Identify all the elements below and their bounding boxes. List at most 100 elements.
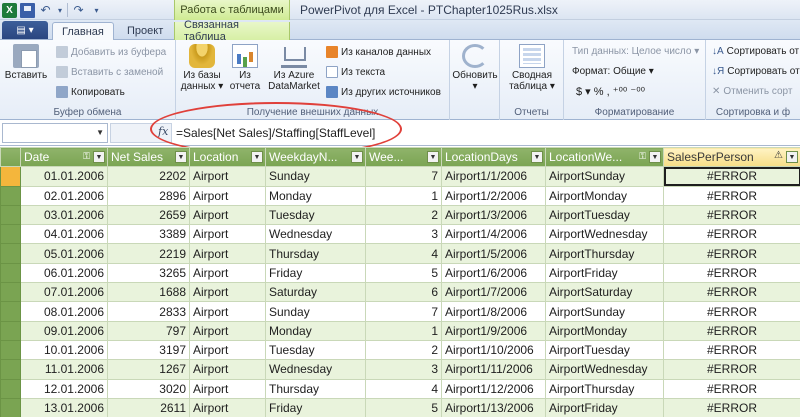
table-cell[interactable]: 09.01.2006	[20, 320, 108, 341]
table-cell[interactable]: Wednesday	[265, 359, 366, 380]
row-selector[interactable]	[0, 204, 21, 226]
undo-dropdown-icon[interactable]: ▾	[56, 3, 64, 18]
table-cell[interactable]: Airport1/13/2006	[441, 397, 546, 417]
row-selector[interactable]	[0, 185, 21, 206]
table-cell[interactable]: Airport1/5/2006	[441, 243, 546, 264]
save-icon[interactable]	[20, 2, 35, 18]
table-cell[interactable]: 2659	[107, 204, 190, 226]
table-cell[interactable]: #ERROR	[663, 262, 800, 284]
from-feeds-button[interactable]: Из каналов данных	[326, 46, 431, 58]
row-selector[interactable]	[0, 378, 21, 399]
select-all-corner[interactable]	[0, 147, 21, 168]
row-selector[interactable]	[0, 339, 21, 361]
table-cell[interactable]: AirportTuesday	[545, 339, 664, 361]
table-cell[interactable]: Airport1/6/2006	[441, 262, 546, 284]
table-cell[interactable]: Airport1/8/2006	[441, 301, 546, 322]
table-cell[interactable]: Sunday	[265, 166, 366, 187]
table-cell[interactable]: 2	[365, 339, 442, 361]
table-row[interactable]: 02.01.2006 2896 Airport Monday 1 Airport1/2/2…	[0, 185, 800, 206]
table-cell[interactable]: 01.01.2006	[20, 166, 108, 187]
column-header-sales-per-person[interactable]: SalesPerPerson ⚠ ▼	[663, 147, 800, 168]
from-text-button[interactable]: Из текста	[326, 66, 385, 78]
table-cell[interactable]: 3389	[107, 224, 190, 245]
table-row[interactable]: 10.01.2006 3197 Airport Tuesday 2 Airport1/10…	[0, 339, 800, 361]
table-cell[interactable]: Thursday	[265, 378, 366, 399]
table-cell[interactable]: Airport1/1/2006	[441, 166, 546, 187]
table-cell[interactable]: 5	[365, 397, 442, 417]
table-cell[interactable]: 10.01.2006	[20, 339, 108, 361]
table-cell[interactable]: 3265	[107, 262, 190, 284]
table-cell[interactable]: #ERROR	[663, 204, 800, 226]
table-cell[interactable]: 4	[365, 378, 442, 399]
table-cell[interactable]: Airport1/4/2006	[441, 224, 546, 245]
table-cell[interactable]: #ERROR	[663, 301, 800, 322]
table-cell[interactable]: AirportTuesday	[545, 204, 664, 226]
table-cell[interactable]: 02.01.2006	[20, 185, 108, 206]
paste-button[interactable]: Вставить	[4, 44, 48, 81]
table-cell[interactable]: Tuesday	[265, 339, 366, 361]
table-cell[interactable]: Airport	[189, 243, 266, 264]
table-row[interactable]: 06.01.2006 3265 Airport Friday 5 Airport1/6/2…	[0, 262, 800, 284]
table-cell[interactable]: Airport1/3/2006	[441, 204, 546, 226]
column-header-weekday[interactable]: Wee... ▼	[365, 147, 442, 168]
table-cell[interactable]: AirportMonday	[545, 320, 664, 341]
table-cell[interactable]: #ERROR	[663, 359, 800, 380]
formula-input[interactable]: =Sales[Net Sales]/Staffing[StaffLevel]	[176, 126, 375, 140]
table-row[interactable]: 03.01.2006 2659 Airport Tuesday 2 Airport1/3/…	[0, 204, 800, 226]
table-cell[interactable]: #ERROR	[663, 397, 800, 417]
pivot-table-button[interactable]: Сводная таблица ▾	[506, 44, 558, 92]
table-cell[interactable]: #ERROR	[663, 320, 800, 341]
filter-dropdown-icon[interactable]: ▼	[175, 151, 187, 163]
filter-dropdown-icon[interactable]: ▼	[251, 151, 263, 163]
table-cell[interactable]: 3	[365, 224, 442, 245]
table-cell[interactable]: Friday	[265, 262, 366, 284]
table-cell[interactable]: Airport1/9/2006	[441, 320, 546, 341]
table-cell[interactable]: AirportWednesday	[545, 224, 664, 245]
table-cell[interactable]: AirportThursday	[545, 243, 664, 264]
table-cell[interactable]: AirportWednesday	[545, 359, 664, 380]
customize-toolbar-icon[interactable]: ▾	[89, 3, 104, 18]
table-row[interactable]: 13.01.2006 2611 Airport Friday 5 Airport1/13/…	[0, 397, 800, 417]
filter-dropdown-icon[interactable]: ▼	[93, 151, 105, 163]
table-row[interactable]: 07.01.2006 1688 Airport Saturday 6 Airport1/7…	[0, 282, 800, 303]
replace-paste-button[interactable]: Вставить с заменой	[56, 66, 163, 78]
table-cell[interactable]: 1	[365, 185, 442, 206]
table-cell[interactable]: 05.01.2006	[20, 243, 108, 264]
table-cell[interactable]: 03.01.2006	[20, 204, 108, 226]
table-cell[interactable]: 1688	[107, 282, 190, 303]
table-cell[interactable]: Airport	[189, 204, 266, 226]
table-cell[interactable]: #ERROR	[663, 339, 800, 361]
table-cell[interactable]: 1	[365, 320, 442, 341]
table-cell[interactable]: Thursday	[265, 243, 366, 264]
table-cell[interactable]: Wednesday	[265, 224, 366, 245]
row-selector[interactable]	[0, 243, 21, 264]
row-selector[interactable]	[0, 301, 21, 322]
table-cell[interactable]: AirportSaturday	[545, 282, 664, 303]
table-row[interactable]: 09.01.2006 797 Airport Monday 1 Airport1/9/20…	[0, 320, 800, 341]
table-cell[interactable]: #ERROR	[663, 185, 800, 206]
table-cell[interactable]: 12.01.2006	[20, 378, 108, 399]
number-format-buttons[interactable]: $ ▾ % , ⁺⁰⁰ ⁻⁰⁰	[576, 85, 645, 98]
function-icon[interactable]: fx	[158, 125, 168, 138]
table-cell[interactable]: Airport1/12/2006	[441, 378, 546, 399]
format-dropdown[interactable]: Формат: Общие ▾	[572, 66, 654, 77]
table-cell[interactable]: 04.01.2006	[20, 224, 108, 245]
table-cell[interactable]: 7	[365, 301, 442, 322]
name-box[interactable]: ▼	[2, 123, 108, 143]
table-cell[interactable]: 7	[365, 166, 442, 187]
table-cell[interactable]: #ERROR	[663, 378, 800, 399]
filter-dropdown-icon[interactable]: ▼	[351, 151, 363, 163]
warning-icon[interactable]: ⚠	[774, 150, 783, 161]
from-other-sources-button[interactable]: Из других источников	[326, 86, 441, 98]
table-cell[interactable]: 13.01.2006	[20, 397, 108, 417]
row-selector[interactable]	[0, 397, 21, 417]
column-header-location-days[interactable]: LocationDays ▼	[441, 147, 546, 168]
table-cell[interactable]: Airport1/7/2006	[441, 282, 546, 303]
table-cell[interactable]: 06.01.2006	[20, 262, 108, 284]
table-cell[interactable]: Airport1/11/2006	[441, 359, 546, 380]
filter-dropdown-icon[interactable]: ▼	[427, 151, 439, 163]
table-row[interactable]: 05.01.2006 2219 Airport Thursday 4 Airport1/5…	[0, 243, 800, 264]
table-row[interactable]: 12.01.2006 3020 Airport Thursday 4 Airport1/1…	[0, 378, 800, 399]
table-cell[interactable]: 11.01.2006	[20, 359, 108, 380]
tab-home[interactable]: Главная	[52, 22, 114, 41]
